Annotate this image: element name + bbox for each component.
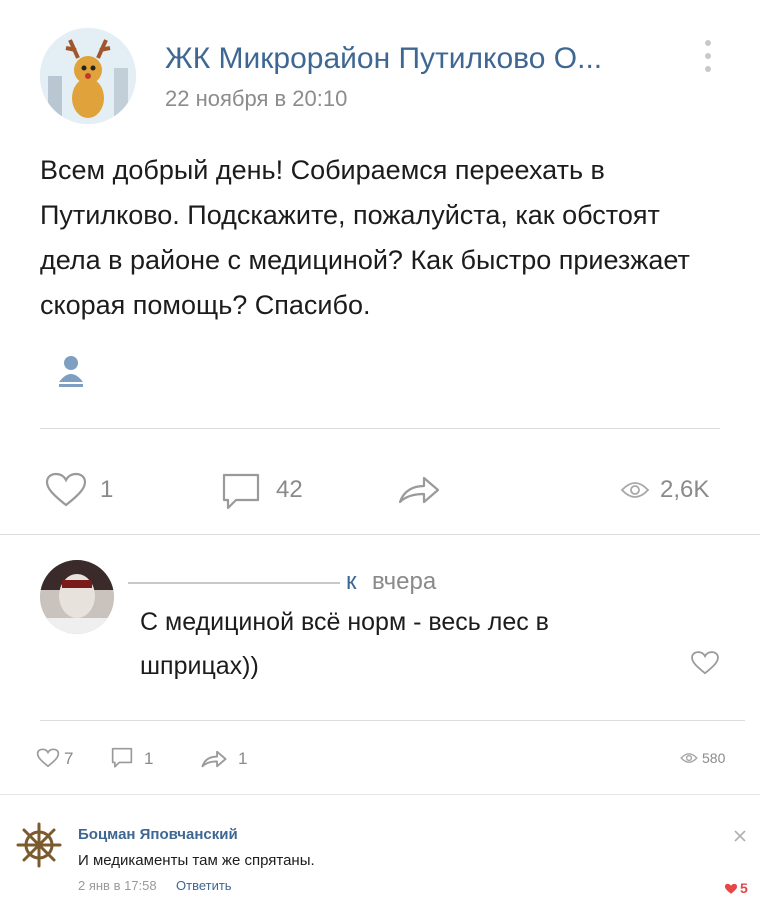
like-heart-icon[interactable]: [44, 472, 88, 508]
post-views-count: 2,6K: [660, 476, 710, 503]
reply-bubble-icon[interactable]: [110, 747, 134, 769]
group-avatar[interactable]: [40, 28, 136, 124]
share-arrow-icon[interactable]: [396, 472, 442, 508]
comment-bubble-icon[interactable]: [220, 472, 262, 512]
comment-text: С медициной всё норм - весь лес в шприца…: [140, 608, 549, 680]
comment-author-suffix: к: [346, 568, 357, 595]
reply-like-count: 5: [740, 880, 748, 896]
author-icon[interactable]: [56, 354, 86, 388]
views-eye-icon: [680, 752, 698, 764]
reply-answer-link[interactable]: Ответить: [176, 878, 232, 893]
ship-wheel-icon[interactable]: [16, 822, 62, 868]
comment-time: вчера: [372, 568, 437, 595]
comment-like-icon[interactable]: [690, 650, 720, 676]
comment-divider: [40, 720, 745, 721]
commenter-photo: [40, 560, 114, 634]
post-divider: [40, 428, 720, 429]
post-date[interactable]: 22 ноября в 20:10: [165, 86, 347, 112]
post-text: Всем добрый день! Собираемся переехать в…: [40, 155, 690, 320]
liked-heart-icon[interactable]: [724, 883, 738, 895]
comment-reply-count: 1: [144, 749, 154, 768]
reply-author[interactable]: Боцман Яповчанский: [78, 826, 238, 843]
more-options-icon[interactable]: [702, 38, 714, 74]
group-title[interactable]: ЖК Микрорайон Путилково О...: [165, 42, 602, 76]
views-eye-icon: [620, 480, 650, 500]
close-icon[interactable]: [734, 830, 746, 842]
like-heart-icon[interactable]: [36, 748, 60, 768]
comment-author-redacted[interactable]: [128, 582, 340, 584]
reply-date: 2 янв в 17:58: [78, 878, 157, 893]
comment-share-count: 1: [238, 749, 248, 768]
comment-views-count: 580: [702, 750, 726, 766]
comment-like-count: 7: [64, 749, 74, 768]
post-comment-count: 42: [276, 476, 303, 503]
post-like-count: 1: [100, 476, 114, 503]
reply-divider: [0, 794, 760, 795]
comments-divider: [0, 534, 760, 535]
commenter-avatar[interactable]: [40, 560, 114, 634]
reply-text: И медикаменты там же спрятаны.: [78, 852, 315, 869]
deer-mascot-image: [40, 28, 136, 124]
share-arrow-icon[interactable]: [200, 748, 228, 770]
